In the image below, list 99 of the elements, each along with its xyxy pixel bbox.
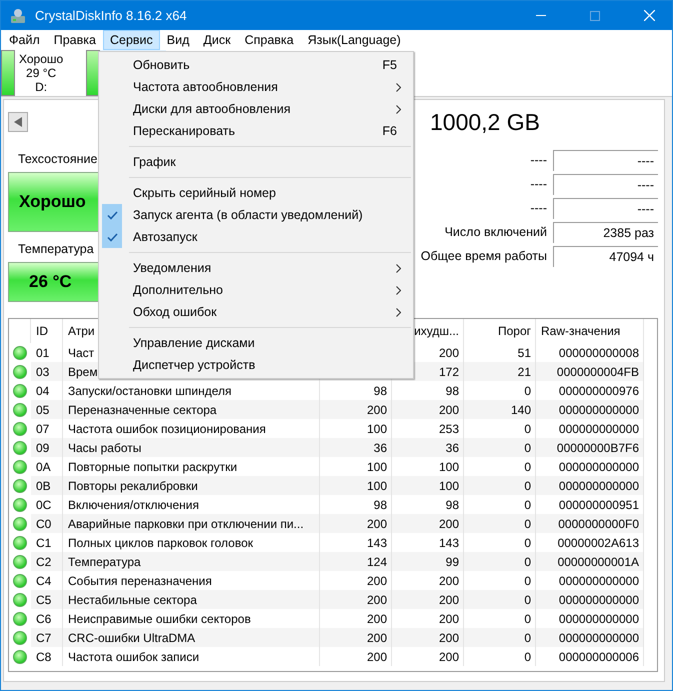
status-dot-icon xyxy=(13,460,27,474)
table-cell: Часы работы xyxy=(63,438,320,457)
table-cell: C0 xyxy=(31,514,63,533)
menu-bar-item[interactable]: Справка xyxy=(238,30,301,50)
table-cell: 000000000000 xyxy=(536,476,644,495)
status-dot-icon xyxy=(13,554,27,568)
info-value: 47094 ч xyxy=(553,246,658,266)
info-value: ---- xyxy=(553,198,658,218)
info-label: Число включений xyxy=(444,225,548,239)
info-label: ---- xyxy=(530,153,548,167)
info-label: Общее время работы xyxy=(420,249,548,263)
table-cell: 00000000B7F6 xyxy=(536,438,644,457)
info-value: ---- xyxy=(553,174,658,194)
table-cell: 200 xyxy=(320,628,392,647)
table-cell: 200 xyxy=(392,514,464,533)
menu-bar-item[interactable]: Сервис xyxy=(102,30,160,50)
table-cell: CRC-ошибки UltraDMA xyxy=(63,628,320,647)
app-icon xyxy=(9,6,27,24)
table-cell: C7 xyxy=(31,628,63,647)
table-cell: 100 xyxy=(320,476,392,495)
table-cell: Повторы рекалибровки xyxy=(63,476,320,495)
table-cell: 000000000000 xyxy=(536,590,644,609)
info-value: ---- xyxy=(553,150,658,170)
status-dot-icon xyxy=(13,440,27,454)
menu-bar-item[interactable]: Правка xyxy=(46,30,103,50)
health-label: Техсостояние xyxy=(18,152,98,166)
window-title: CrystalDiskInfo 8.16.2 x64 xyxy=(35,8,188,23)
table-cell: 0 xyxy=(464,514,536,533)
table-cell: 0 xyxy=(464,590,536,609)
status-dot-icon xyxy=(13,346,27,360)
table-cell: 200 xyxy=(392,628,464,647)
table-cell: C5 xyxy=(31,590,63,609)
close-icon xyxy=(644,10,654,21)
table-cell: 99 xyxy=(392,552,464,571)
table-cell: Температура xyxy=(63,552,320,571)
table-cell: 140 xyxy=(464,400,536,419)
menu-item[interactable]: Обновить F5 xyxy=(99,54,413,76)
table-cell: 200 xyxy=(320,590,392,609)
table-cell: 0 xyxy=(464,476,536,495)
table-cell: Аварийные парковки при отключении пи... xyxy=(63,514,320,533)
info-value: 2385 раз xyxy=(553,222,658,242)
menu-item[interactable]: Пересканировать F6 xyxy=(99,120,413,142)
temperature-label: Температура xyxy=(18,242,94,256)
status-dot-icon xyxy=(13,650,27,664)
menu-item[interactable]: График xyxy=(99,151,413,173)
status-dot-icon xyxy=(13,516,27,530)
status-dot-icon xyxy=(13,574,27,588)
status-dot-icon xyxy=(13,592,27,606)
disk-letter: D: xyxy=(35,80,48,94)
left-triangle-icon xyxy=(14,117,22,127)
table-cell: 0B xyxy=(31,476,63,495)
table-cell: 03 xyxy=(31,362,63,381)
table-cell: 36 xyxy=(392,438,464,457)
previous-disk-button[interactable] xyxy=(8,112,28,132)
table-cell: 200 xyxy=(392,590,464,609)
status-dot-icon xyxy=(13,384,27,398)
table-cell: 200 xyxy=(320,514,392,533)
menu-item[interactable]: Диски для автообновления xyxy=(99,98,413,120)
menu-bar-item[interactable]: Вид xyxy=(160,30,196,50)
table-cell: 200 xyxy=(392,400,464,419)
status-dot-icon xyxy=(13,478,27,492)
status-dot-icon xyxy=(13,612,27,626)
table-cell: 0 xyxy=(464,628,536,647)
disk-status: Хорошо xyxy=(19,52,64,66)
table-cell: 0 xyxy=(464,438,536,457)
disk-temperature: 29 °C xyxy=(26,66,56,80)
menu-bar-item[interactable]: Файл xyxy=(2,30,47,50)
status-dot-icon xyxy=(13,630,27,644)
table-cell: 000000000000 xyxy=(536,400,644,419)
table-cell: 0 xyxy=(464,552,536,571)
table-cell: Нестабильные сектора xyxy=(63,590,320,609)
table-cell: 36 xyxy=(320,438,392,457)
status-dot-icon xyxy=(13,536,27,550)
maximize-icon xyxy=(590,10,600,20)
status-dot-icon xyxy=(13,364,27,378)
table-cell: 200 xyxy=(320,400,392,419)
status-dot-icon xyxy=(13,402,27,416)
table-cell: 09 xyxy=(31,438,63,457)
info-label: ---- xyxy=(530,177,548,191)
info-label: ---- xyxy=(530,201,548,215)
menu-bar-item[interactable]: Диск xyxy=(196,30,238,50)
table-cell: 05 xyxy=(31,400,63,419)
menu-bar-item[interactable]: Язык(Language) xyxy=(300,30,408,50)
drive-title: 1000,2 GB xyxy=(430,108,540,136)
table-cell: 000000000000 xyxy=(536,628,644,647)
table-cell: Переназначенные сектора xyxy=(63,400,320,419)
table-cell: 0000000004FB xyxy=(536,362,644,381)
status-dot-icon xyxy=(13,422,27,436)
table-cell: 21 xyxy=(464,362,536,381)
table-cell: 00000000001A xyxy=(536,552,644,571)
table-cell: 0000000000F0 xyxy=(536,514,644,533)
check-icon xyxy=(106,232,118,242)
menu-item[interactable]: Частота автообновления xyxy=(99,76,413,98)
table-cell: 100 xyxy=(392,476,464,495)
minimize-icon xyxy=(536,15,546,16)
table-cell: C2 xyxy=(31,552,63,571)
status-dot-icon xyxy=(13,498,27,512)
check-icon xyxy=(106,210,118,220)
table-cell: 124 xyxy=(320,552,392,571)
